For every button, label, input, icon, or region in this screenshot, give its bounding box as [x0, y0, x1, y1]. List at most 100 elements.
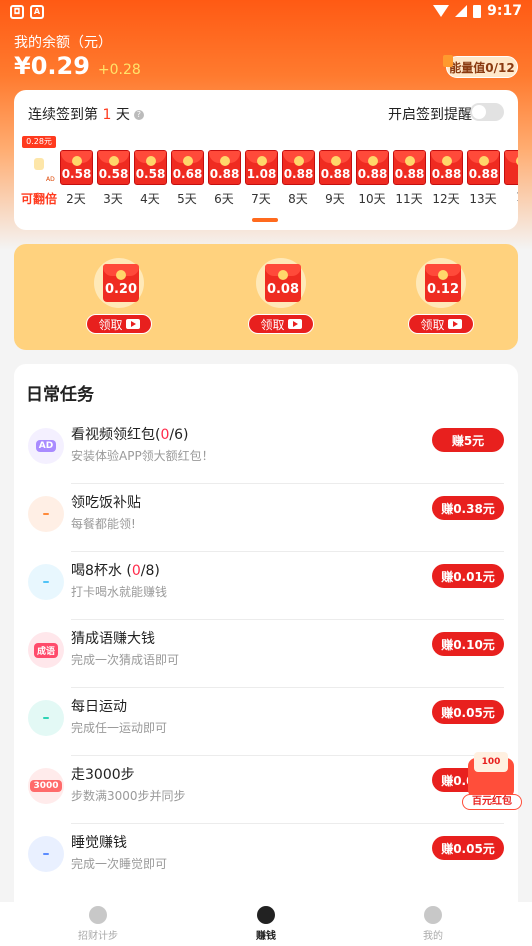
day0-double-label[interactable]: 可翻倍	[20, 190, 58, 207]
task-title-text: 猜成语赚大钱	[71, 631, 155, 647]
balance-row: ¥0.29 +0.28	[14, 52, 141, 80]
signin-day-envelope[interactable]: 0.58 2天	[60, 150, 94, 210]
bonus-red-packet[interactable]: 0.12 领取	[408, 258, 474, 338]
signin-day-envelope[interactable]: 0.88 9天	[319, 150, 353, 210]
red-envelope-icon: 0.88	[467, 150, 500, 185]
task-title: 睡觉赚钱	[71, 832, 127, 852]
signin-reminder-label: 开启签到提醒	[388, 107, 472, 123]
energy-icon	[443, 55, 453, 67]
task-row: 每日运动 完成任一运动即可 赚0.05元	[14, 688, 518, 756]
red-envelope-icon: 0.20	[103, 264, 139, 302]
signin-day-label: 7天	[251, 192, 271, 206]
signin-day-value: 0.88	[320, 167, 351, 181]
task-title: 每日运动	[71, 696, 127, 716]
task-earn-button[interactable]: 赚0.38元	[432, 496, 504, 520]
task-earn-button[interactable]: 赚0.10元	[432, 632, 504, 656]
tab-label: 赚钱	[256, 931, 276, 942]
signin-day-envelope[interactable]: 1.08 7天	[245, 150, 279, 210]
signin-title-prefix: 连续签到第	[28, 107, 98, 123]
claim-button[interactable]: 领取	[86, 314, 152, 334]
floating-red-packet[interactable]: 100 百元红包	[462, 752, 522, 812]
energy-badge[interactable]: 能量值0/12	[443, 55, 518, 78]
signin-day-value: 0.88	[468, 167, 499, 181]
coin-icon	[294, 156, 304, 166]
money-bag-icon	[257, 906, 275, 924]
signin-day-envelope[interactable]: 0.88 6天	[208, 150, 242, 210]
coin-icon	[278, 270, 288, 280]
signin-day-value: 0.88	[394, 167, 425, 181]
coin-icon	[34, 158, 44, 170]
signin-day-envelope[interactable]: 0.88 12天	[430, 150, 464, 210]
claim-label: 领取	[420, 317, 445, 332]
red-envelope-icon: 0.88	[393, 150, 426, 185]
help-icon[interactable]: ?	[133, 110, 144, 120]
coin-icon	[109, 156, 119, 166]
battery-icon	[473, 4, 482, 18]
coin-icon	[331, 156, 341, 166]
tasks-title: 日常任务	[26, 385, 94, 405]
claim-button[interactable]: 领取	[408, 314, 474, 334]
signin-day-label: 11天	[395, 192, 423, 206]
signin-day-envelope[interactable]: 0.68 5天	[171, 150, 205, 210]
signin-day-label: 9天	[325, 192, 345, 206]
coin-icon	[116, 270, 126, 280]
claim-label: 领取	[260, 317, 285, 332]
daily-tasks-card: 日常任务 AD 看视频领红包(0/6) 安装体验APP领大额红包！ 赚5元 领吃饭补贴每…	[14, 364, 518, 924]
signin-day-envelope[interactable]: 0.88 10天	[356, 150, 390, 210]
shoe-icon	[89, 906, 107, 924]
video-icon	[125, 319, 140, 329]
task-row: 喝8杯水 (0/8) 打卡喝水就能赚钱 赚0.01元	[14, 552, 518, 620]
signin-day-envelope[interactable]: 1	[504, 150, 518, 210]
task-row: 成语 猜成语赚大钱 完成一次猜成语即可 赚0.10元	[14, 620, 518, 688]
signin-day-today[interactable]: 0.28元 AD 可翻倍	[20, 134, 58, 210]
task-earn-button[interactable]: 赚5元	[432, 428, 504, 452]
bonus-red-packet[interactable]: 0.08 领取	[248, 258, 314, 338]
task-progress-total: /8)	[140, 563, 160, 579]
task-row: AD 看视频领红包(0/6) 安装体验APP领大额红包！ 赚5元	[14, 416, 518, 484]
signin-reminder-toggle[interactable]	[470, 103, 504, 121]
coin-icon	[368, 156, 378, 166]
signal-icon	[455, 5, 468, 17]
signin-day-label: 12天	[432, 192, 460, 206]
bubble-bg: 0.08	[256, 258, 306, 308]
signin-day-value: 0.88	[431, 167, 462, 181]
tab-shoe[interactable]: 招财计步	[53, 906, 143, 942]
rice-bowl-icon	[28, 496, 64, 532]
status-time: 9:17	[487, 3, 522, 19]
coin-icon	[146, 156, 156, 166]
signin-day-envelope[interactable]: 0.88 11天	[393, 150, 427, 210]
signin-day-envelope[interactable]: 0.58 3天	[97, 150, 131, 210]
task-earn-button[interactable]: 赚0.01元	[432, 564, 504, 588]
task-earn-button[interactable]: 赚0.05元	[432, 836, 504, 860]
signin-day-envelope[interactable]: 0.88 8天	[282, 150, 316, 210]
task-row: 3000走3000步步数满3000步并同步赚0.05元	[14, 756, 518, 824]
signin-day-label: 6天	[214, 192, 234, 206]
task-title: 走3000步	[71, 764, 135, 784]
tab-label: 我的	[423, 931, 443, 942]
bottom-tab-bar: 招财计步 赚钱 我的	[0, 902, 532, 946]
task-title-text: 领吃饭补贴	[71, 495, 141, 511]
tab-profile[interactable]: 我的	[388, 906, 478, 942]
tab-money-bag[interactable]: 赚钱	[221, 906, 311, 942]
coin-icon	[442, 156, 452, 166]
task-icon-glyph	[43, 853, 49, 855]
signin-title: 连续签到第 1 天?	[28, 104, 144, 124]
task-title-text: 睡觉赚钱	[71, 835, 127, 851]
task-title: 喝8杯水 (0/8)	[71, 560, 160, 580]
signin-day-envelope[interactable]: 0.58 4天	[134, 150, 168, 210]
bonus-red-packet[interactable]: 0.20 领取	[86, 258, 152, 338]
task-icon-glyph	[43, 581, 49, 583]
red-envelope-icon: 0.88	[430, 150, 463, 185]
task-icon-glyph: 3000	[30, 780, 62, 792]
task-subtitle: 安装体验APP领大额红包！	[71, 449, 214, 463]
signin-day-value: 0.58	[98, 167, 129, 181]
claim-button[interactable]: 领取	[248, 314, 314, 334]
signin-day-label: 2天	[66, 192, 86, 206]
red-envelope-icon: 0.68	[171, 150, 204, 185]
signin-days-strip[interactable]: 0.28元 AD 可翻倍 0.58 2天 0.58 3天 0.58 4天 0.68 5天 0.8…	[14, 134, 518, 214]
signin-day-envelope[interactable]: 0.88 13天	[467, 150, 501, 210]
coin-icon	[257, 156, 267, 166]
bonus-value: 0.12	[426, 282, 460, 297]
task-earn-button[interactable]: 赚0.05元	[432, 700, 504, 724]
task-title: 领吃饭补贴	[71, 492, 141, 512]
